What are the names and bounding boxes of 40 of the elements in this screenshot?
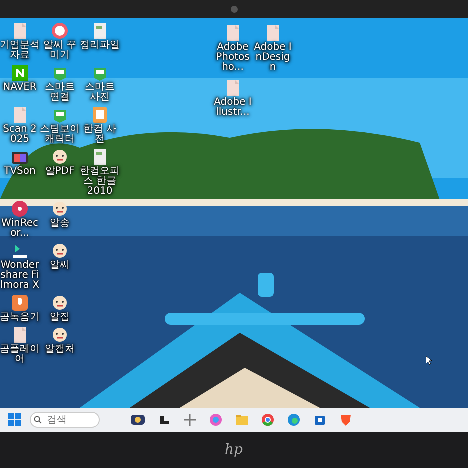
- search-icon: [34, 416, 42, 424]
- icon-label: 알송: [50, 219, 70, 229]
- icon-label: 정리파일: [80, 41, 120, 51]
- crop-tool-icon[interactable]: [182, 412, 198, 428]
- icon-label: 곰녹음기: [0, 313, 40, 323]
- icon-label: Adobe Illustr...: [213, 98, 253, 118]
- swirl-app-icon[interactable]: [208, 412, 224, 428]
- icon-label: Adobe Photosho...: [215, 43, 251, 73]
- icon-label: Adobe InDesign: [253, 43, 293, 73]
- icon-label: 알캡처: [45, 345, 75, 355]
- disc-app-icon[interactable]: [10, 200, 30, 218]
- icon-label: NAVER: [3, 83, 37, 93]
- icon-label: 곰플레이어: [0, 345, 40, 365]
- play-app-icon[interactable]: [10, 242, 30, 260]
- icon-label: 스마트 연결: [44, 83, 76, 103]
- icon-label: Scan 2025: [2, 125, 38, 145]
- browser-icon[interactable]: [286, 412, 302, 428]
- mascot-app-icon[interactable]: [50, 200, 70, 218]
- icon-label: 기업분석 자료: [0, 41, 40, 61]
- weather-widget-icon[interactable]: [130, 412, 146, 428]
- lion-shield-icon[interactable]: [338, 412, 354, 428]
- search-field[interactable]: 검색: [30, 412, 100, 428]
- icon-label: Wondershare Filmora X: [0, 261, 40, 291]
- webcam-icon: [230, 6, 238, 12]
- dictionary-app-icon[interactable]: [90, 106, 110, 124]
- icon-label: 한컴오피스 한글 2010: [80, 167, 120, 197]
- icon-label: 알씨 꾸미기: [42, 41, 78, 61]
- mouse-pointer-icon: [426, 356, 432, 365]
- icon-label: 스팀보이 캐릭터: [40, 125, 80, 145]
- ring-app-icon[interactable]: [50, 22, 70, 40]
- browser-icon[interactable]: [260, 412, 276, 428]
- start-icon[interactable]: [8, 413, 22, 427]
- icon-label: WinRecor...: [0, 219, 40, 239]
- icon-label: 알집: [50, 313, 70, 323]
- microphone-app-icon[interactable]: [10, 294, 30, 312]
- mascot-app-icon[interactable]: [50, 242, 70, 260]
- icon-label: 알씨: [50, 261, 70, 271]
- icon-label: 알PDF: [45, 167, 75, 177]
- icon-label: 스마트 사진: [84, 83, 116, 103]
- laptop-logo: hp: [225, 442, 243, 458]
